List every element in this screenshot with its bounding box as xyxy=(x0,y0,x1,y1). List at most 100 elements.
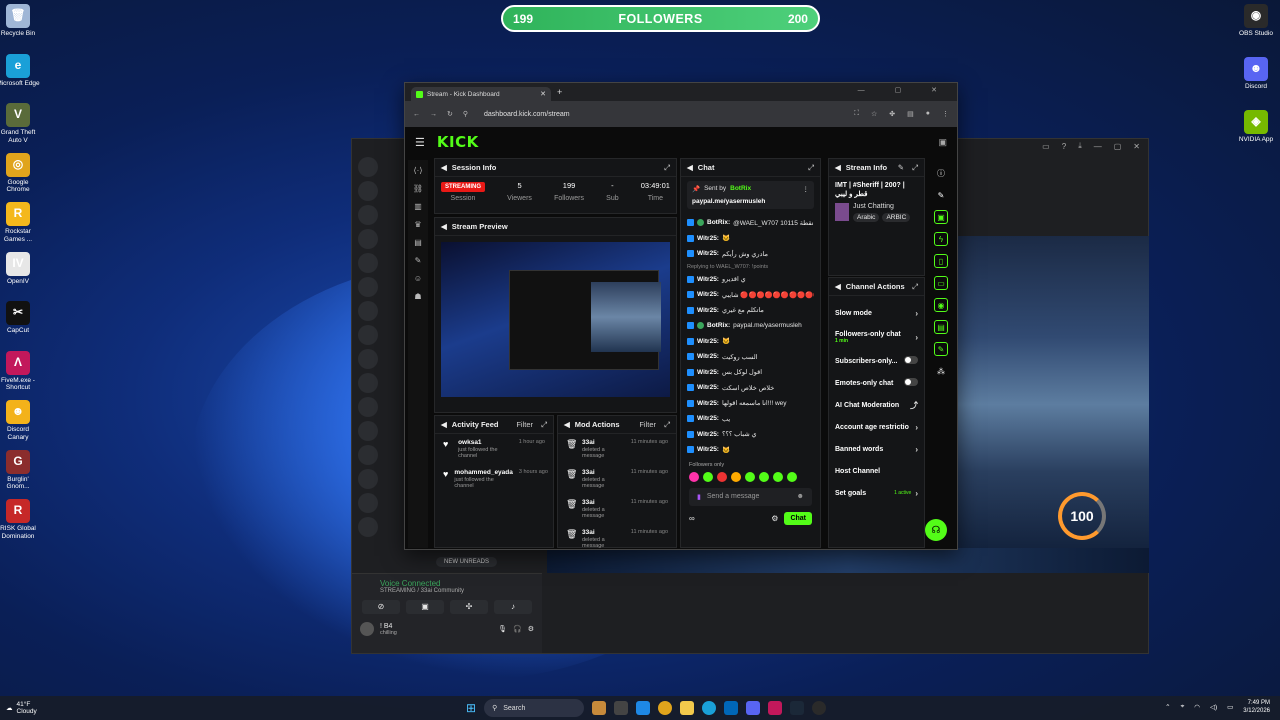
chat-message[interactable]: Witr25:شايبي 🔴🔴🔴🔴🔴🔴🔴🔴🔴🔴🔴🔴🔴🔴🔴 xyxy=(687,287,814,303)
windows-start-icon[interactable]: ⊞ xyxy=(466,701,476,715)
chat-username[interactable]: Witr25: xyxy=(697,431,719,438)
new-unreads-pill[interactable]: NEW UNREADS xyxy=(436,557,498,567)
stream-preview-video[interactable] xyxy=(441,242,670,397)
profile-icon[interactable]: ● xyxy=(926,110,930,118)
activity-item[interactable]: ♥ owksa1 just followed the channel 1 hour a… xyxy=(435,434,553,464)
close-tab-icon[interactable]: ✕ xyxy=(540,90,546,98)
new-tab-icon[interactable]: + xyxy=(557,87,562,97)
volume-icon[interactable]: ◁) xyxy=(1210,703,1217,711)
popout-icon[interactable]: ⤢ xyxy=(664,420,670,430)
desktop-shortcut[interactable]: R Rockstar Games ... xyxy=(0,202,40,243)
chat-message[interactable]: Witr25: خلاص خلاص اسكت xyxy=(687,380,814,396)
server-icon[interactable] xyxy=(358,205,378,225)
community-icon[interactable]: ☺ xyxy=(414,274,422,283)
chat-username[interactable]: Witr25: xyxy=(697,338,719,345)
mod-action-item[interactable]: 🗑 33ai deleted a message 11 minutes ago xyxy=(558,464,676,494)
server-icon[interactable] xyxy=(358,325,378,345)
server-icon[interactable] xyxy=(358,229,378,249)
emote-icon[interactable] xyxy=(745,471,755,482)
soundboard-icon[interactable]: ♪ xyxy=(494,600,532,614)
chat-username[interactable]: Witr25: xyxy=(697,400,719,407)
file-explorer-icon[interactable] xyxy=(680,701,695,715)
bolt-icon[interactable]: ϟ xyxy=(934,232,948,246)
trophy-icon[interactable]: ♛ xyxy=(414,220,421,229)
server-icon[interactable] xyxy=(358,349,378,369)
chevron-up-icon[interactable]: ⌃ xyxy=(1165,703,1170,711)
emotes-only-toggle[interactable] xyxy=(904,378,918,386)
stream-nav-icon[interactable]: ⟨·⟩ xyxy=(414,166,423,175)
mod-filter-button[interactable]: Filter xyxy=(639,420,656,430)
desktop-shortcut[interactable]: V Grand Theft Auto V xyxy=(0,103,40,144)
taskbar-search[interactable]: ⚲ Search xyxy=(484,699,585,717)
chat-username[interactable]: Witr25: xyxy=(697,291,719,298)
desktop-shortcut[interactable]: e Microsoft Edge xyxy=(0,53,40,88)
help-icon[interactable]: ? xyxy=(1062,142,1066,151)
chat-username[interactable]: BotRix: xyxy=(707,322,730,329)
server-icon[interactable] xyxy=(358,493,378,513)
edit-icon[interactable]: ✎ xyxy=(898,163,904,173)
tag[interactable]: ARBIC xyxy=(882,213,911,222)
emote-icon[interactable] xyxy=(717,471,727,482)
screen-share-icon[interactable]: ▣ xyxy=(406,600,444,614)
window-controls[interactable]: — ▢ ✕ xyxy=(858,86,951,94)
popout-icon[interactable]: ⤢ xyxy=(912,163,918,173)
chat-message[interactable]: Witr25: يب xyxy=(687,411,814,427)
share-icon[interactable]: ⁂ xyxy=(934,364,948,378)
activity-filter-button[interactable]: Filter xyxy=(516,420,533,430)
extensions-icon[interactable]: ✤ xyxy=(889,110,895,118)
chat-username[interactable]: Witr25: xyxy=(697,250,719,257)
copilot-icon[interactable] xyxy=(636,701,651,715)
kick-logo[interactable]: KICK xyxy=(437,133,479,151)
link-icon[interactable]: ⛓ xyxy=(413,184,423,193)
server-icon[interactable] xyxy=(358,301,378,321)
loop-icon[interactable]: ∞ xyxy=(689,514,695,523)
subscribers-only-toggle[interactable] xyxy=(904,356,918,364)
task-view-icon[interactable] xyxy=(614,701,629,715)
chat-username[interactable]: Witr25: xyxy=(697,415,719,422)
site-info-icon[interactable]: ⚲ xyxy=(463,110,468,118)
pinned-menu-icon[interactable]: ⋮ xyxy=(803,185,810,193)
obs-taskbar-icon[interactable] xyxy=(812,701,827,715)
maximize-icon[interactable]: ▢ xyxy=(1114,142,1122,151)
chat-message[interactable]: Witr25: 🐱 xyxy=(687,442,814,458)
chat-username[interactable]: BotRix: xyxy=(707,219,730,226)
chat-username[interactable]: Witr25: xyxy=(697,369,719,376)
forward-icon[interactable]: → xyxy=(430,111,437,118)
server-icon[interactable] xyxy=(358,253,378,273)
emote-icon[interactable] xyxy=(787,471,797,482)
chat-message[interactable]: Witr25: 🐱 xyxy=(687,334,814,350)
desktop-shortcut[interactable]: ◈ NVIDIA App xyxy=(1234,110,1278,144)
server-icon[interactable] xyxy=(358,157,378,177)
taskbar-app-icon[interactable] xyxy=(592,701,607,715)
slow-mode-option[interactable]: Slow mode › xyxy=(829,302,924,324)
popout-icon[interactable]: ⤢ xyxy=(912,282,918,292)
store-icon[interactable] xyxy=(724,701,739,715)
battery-icon[interactable]: ▭ xyxy=(1227,703,1233,711)
server-icon[interactable] xyxy=(358,445,378,465)
banned-words-option[interactable]: Banned words › xyxy=(829,438,924,460)
emoji-icon[interactable]: ▮ xyxy=(697,493,701,501)
support-bubble-icon[interactable]: ☊ xyxy=(925,519,947,541)
chat-username[interactable]: Witr25: xyxy=(697,384,719,391)
chrome-taskbar-icon[interactable] xyxy=(658,701,673,715)
chat-message[interactable]: Witr25: ي اقديرو xyxy=(687,272,814,288)
avatar[interactable] xyxy=(360,622,374,636)
pencil-icon[interactable]: ✎ xyxy=(934,188,948,202)
message-icon[interactable]: ▭ xyxy=(934,276,948,290)
emote-icon[interactable] xyxy=(731,471,741,482)
emote-icon[interactable] xyxy=(759,471,769,482)
server-icon[interactable] xyxy=(358,373,378,393)
chat-message[interactable]: Witr25: مادري وش رأيكم xyxy=(687,246,814,262)
info-icon[interactable]: ⓘ xyxy=(934,166,948,180)
desktop-shortcut[interactable]: ✂ CapCut xyxy=(0,301,40,335)
desktop-shortcut[interactable]: IV OpenIV xyxy=(0,251,40,286)
tag[interactable]: Arabic xyxy=(853,213,880,222)
popout-icon[interactable]: ⤢ xyxy=(664,163,670,173)
chat-send-button[interactable]: Chat xyxy=(784,511,812,525)
smile-icon[interactable]: ☻ xyxy=(797,493,804,500)
desktop-shortcut[interactable]: R RISK Global Domination xyxy=(0,499,40,540)
popout-icon[interactable]: ⤢ xyxy=(808,163,814,173)
sidepanel-icon[interactable]: ▤ xyxy=(907,110,914,118)
chat-username[interactable]: Witr25: xyxy=(697,276,719,283)
emote-icon[interactable] xyxy=(689,471,699,482)
